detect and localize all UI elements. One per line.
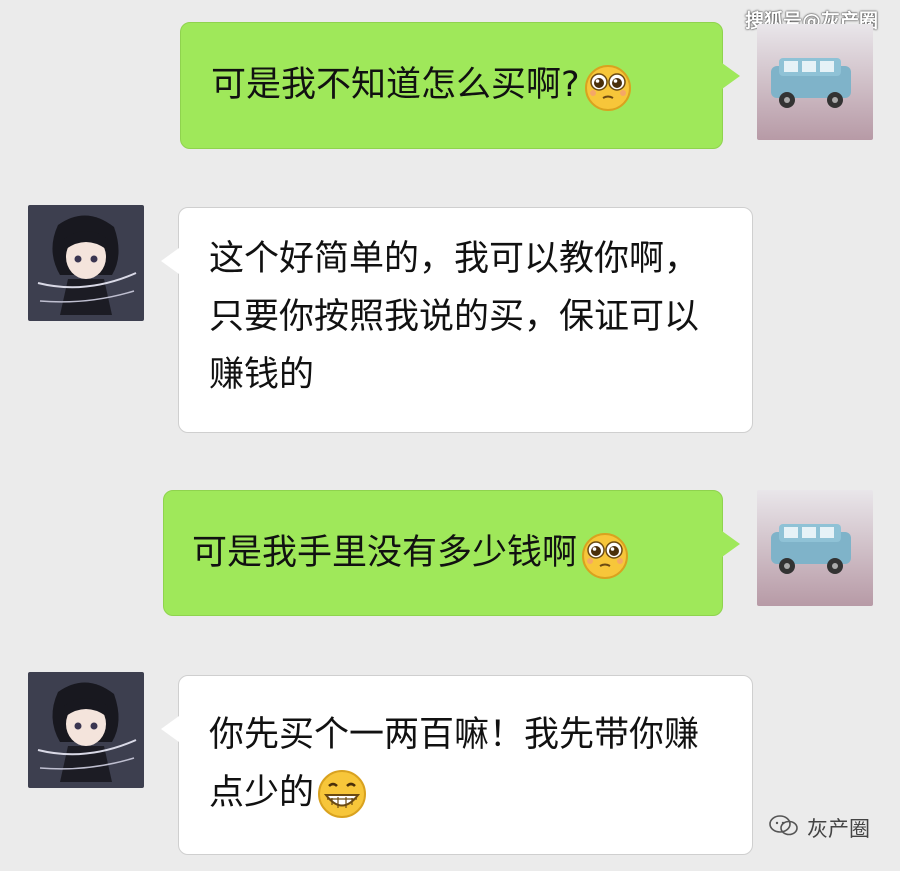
message-text: 可是我手里没有多少钱啊: [192, 533, 578, 573]
bubble-tail: [161, 716, 179, 742]
bubble-tail: [161, 248, 179, 274]
grinning-face-emoji-icon: [316, 768, 368, 820]
message-bubble-sent[interactable]: 可是我不知道怎么买啊?: [180, 22, 740, 149]
message-bubble-sent[interactable]: 可是我手里没有多少钱啊: [163, 490, 740, 616]
wechat-logo-icon: [769, 814, 799, 842]
watermark-bottom-text: 灰产圈: [807, 817, 870, 841]
message-row: 可是我不知道怎么买啊?: [0, 22, 900, 152]
message-text: 你先买个一两百嘛！我先带你赚点少的: [209, 715, 700, 813]
anime-girl-avatar[interactable]: [28, 672, 144, 788]
message-bubble-received[interactable]: 你先买个一两百嘛！我先带你赚点少的: [161, 675, 753, 855]
message-bubble-received[interactable]: 这个好简单的，我可以教你啊，只要你按照我说的买，保证可以赚钱的: [161, 207, 753, 433]
blue-car-avatar[interactable]: [757, 24, 873, 140]
message-row: 可是我手里没有多少钱啊: [0, 490, 900, 620]
pleading-face-emoji-icon: [582, 60, 634, 112]
message-text: 可是我不知道怎么买啊?: [211, 65, 580, 105]
message-row: 你先买个一两百嘛！我先带你赚点少的: [0, 672, 900, 857]
bubble-tail: [722, 531, 740, 557]
anime-girl-avatar[interactable]: [28, 205, 144, 321]
bubble-tail: [722, 63, 740, 89]
watermark-bottom: 灰产圈: [769, 813, 870, 843]
pleading-face-emoji-icon: [579, 528, 631, 580]
message-row: 这个好简单的，我可以教你啊，只要你按照我说的买，保证可以赚钱的: [0, 205, 900, 435]
blue-car-avatar[interactable]: [757, 490, 873, 606]
message-text: 这个好简单的，我可以教你啊，只要你按照我说的买，保证可以赚钱的: [209, 239, 700, 395]
